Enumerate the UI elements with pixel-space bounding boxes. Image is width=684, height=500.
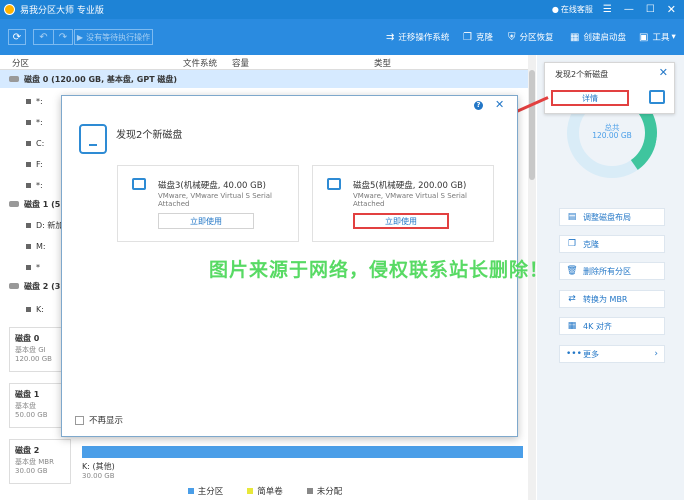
new-disk-card-5: 磁盘5(机械硬盘, 200.00 GB) VMware, VMware Virt… (312, 165, 494, 242)
clone-icon: ❐ (567, 239, 577, 249)
notification-close-icon[interactable]: ✕ (659, 66, 668, 79)
partition-icon (26, 98, 31, 104)
details-button[interactable]: 详情 (551, 90, 629, 106)
close-icon[interactable]: ✕ (667, 3, 676, 16)
hard-disk-icon (132, 178, 146, 190)
hard-disk-icon (9, 201, 19, 207)
migrate-icon: ⇉ (386, 31, 395, 43)
execute-operations-button[interactable]: ▶ 没有等待执行操作 (74, 29, 153, 45)
more-button[interactable]: ••• 更多 › (559, 345, 665, 363)
scrollbar-thumb[interactable] (529, 70, 535, 180)
undo-icon: ↶ (39, 31, 48, 43)
disk-name: 磁盘3(机械硬盘, 40.00 GB) (158, 181, 266, 191)
new-disk-notification: 发现2个新磁盘 ✕ 详情 (544, 62, 675, 114)
menu-icon[interactable]: ☰ (603, 4, 612, 15)
col-type: 类型 (374, 59, 392, 69)
boot-disk-icon: ▦ (570, 31, 580, 43)
total-value: 120.00 GB (592, 131, 632, 140)
partition-icon (26, 182, 31, 188)
app-title: 易我分区大师 专业版 (20, 6, 104, 16)
new-disk-card-3: 磁盘3(机械硬盘, 40.00 GB) VMware, VMware Virtu… (117, 165, 299, 242)
legend-simple: 简单卷 (247, 485, 283, 497)
col-filesystem: 文件系统 (183, 59, 218, 69)
hard-disk-icon (79, 124, 107, 154)
hard-disk-icon (9, 76, 19, 82)
convert-icon: ⇄ (568, 294, 576, 304)
clone-disk-button[interactable]: ❐ 克隆 (559, 235, 665, 253)
partition-k-size: 30.00 GB (82, 472, 115, 480)
help-icon[interactable]: ? (474, 101, 483, 110)
disk-model: VMware, VMware Virtual S Serial Attached (353, 192, 467, 208)
migrate-os-button[interactable]: ⇉ 迁移操作系统 (386, 29, 449, 45)
partition-icon (26, 264, 31, 270)
col-capacity: 容量 (232, 59, 250, 69)
disk-name: 磁盘5(机械硬盘, 200.00 GB) (353, 181, 467, 191)
dialog-close-icon[interactable]: ✕ (495, 98, 504, 111)
disk-model: VMware, VMware Virtual S Serial Attached (158, 192, 272, 208)
recovery-icon: ⛨ (508, 31, 516, 43)
partition-icon (26, 161, 31, 167)
trash-icon: 🗑 (566, 266, 578, 276)
convert-mbr-button[interactable]: ⇄ 转换为 MBR (559, 290, 665, 308)
partition-icon (26, 243, 31, 249)
partition-icon (26, 306, 31, 312)
watermark-text: 图片来源于网络，侵权联系站长删除！ (209, 259, 550, 281)
hard-disk-icon (9, 283, 19, 289)
4k-align-button[interactable]: ▦ 4K 对齐 (559, 317, 665, 335)
redo-button[interactable]: ↷ (53, 29, 73, 45)
layout-icon: ▤ (567, 212, 577, 222)
partition-recovery-button[interactable]: ⛨ 分区恢复 (508, 29, 554, 45)
tools-menu-button[interactable]: ▣ 工具 ▾ (639, 29, 676, 45)
legend: 主分区 简单卷 未分配 (0, 481, 530, 500)
notification-title: 发现2个新磁盘 (555, 70, 609, 79)
delete-all-partitions-button[interactable]: 🗑 删除所有分区 (559, 262, 665, 280)
col-partition: 分区 (12, 59, 30, 69)
dialog-title: 发现2个新磁盘 (116, 130, 183, 141)
disk-card-2[interactable]: 磁盘 2 基本盘 MBR 30.00 GB (9, 439, 71, 484)
partition-table-header: 分区 文件系统 容量 类型 (0, 55, 530, 70)
clone-icon: ❐ (463, 31, 472, 43)
hard-disk-icon (649, 90, 665, 104)
refresh-icon: ⟳ (12, 31, 22, 43)
toolbox-icon: ▣ (639, 31, 649, 43)
legend-unallocated: 未分配 (306, 485, 342, 497)
use-now-button[interactable]: 立即使用 (158, 213, 254, 229)
undo-button[interactable]: ↶ (33, 29, 53, 45)
clone-button[interactable]: ❐ 克隆 (463, 29, 493, 45)
toolbar: ⟳ ↶ ↷ ▶ 没有等待执行操作 ⇉ 迁移操作系统 ❐ 克隆 ⛨ 分区恢复 ▦ 创建启动盘… (0, 19, 684, 55)
legend-primary: 主分区 (187, 485, 223, 497)
maximize-icon[interactable]: ☐ (646, 4, 655, 15)
adjust-layout-button[interactable]: ▤ 调整磁盘布局 (559, 208, 665, 226)
user-icon: ● (551, 5, 559, 14)
partition-icon (26, 222, 31, 228)
refresh-button[interactable]: ⟳ (8, 29, 26, 45)
chevron-down-icon: ▾ (671, 32, 676, 42)
partition-icon (26, 119, 31, 125)
online-support-link[interactable]: ● 在线客服 (552, 4, 593, 15)
title-bar: 易我分区大师 专业版 ● 在线客服 ☰ — ☐ ✕ (0, 0, 684, 19)
dont-show-again-checkbox[interactable]: 不再显示 (75, 414, 123, 426)
align-icon: ▦ (567, 321, 577, 331)
play-icon: ▶ (76, 32, 84, 42)
partition-k-label: K: (其他) (82, 462, 115, 471)
hard-disk-icon (327, 178, 341, 190)
partition-bar-k[interactable] (82, 446, 523, 458)
use-now-button[interactable]: 立即使用 (353, 213, 449, 229)
chevron-right-icon: › (654, 349, 658, 359)
more-icon: ••• (566, 349, 582, 359)
partition-icon (26, 140, 31, 146)
app-logo-icon (4, 4, 15, 15)
create-boot-disk-button[interactable]: ▦ 创建启动盘 (570, 29, 626, 45)
disk-row-0[interactable]: 磁盘 0 (120.00 GB, 基本盘, GPT 磁盘) (0, 70, 530, 88)
minimize-icon[interactable]: — (624, 4, 634, 15)
checkbox-box[interactable] (75, 415, 84, 425)
redo-icon: ↷ (58, 31, 68, 43)
